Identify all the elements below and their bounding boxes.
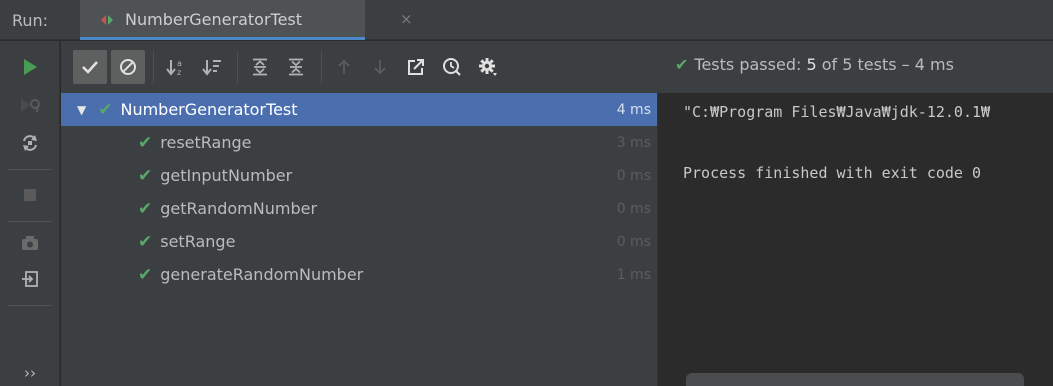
separator	[153, 51, 154, 83]
passed-check-icon: ✔	[138, 231, 153, 252]
sort-duration-icon	[202, 60, 221, 76]
toggle-auto-test-button[interactable]	[0, 127, 60, 159]
camera-icon	[22, 236, 38, 250]
history-clock-icon	[443, 58, 461, 76]
horizontal-scrollbar[interactable]	[686, 373, 1024, 386]
passed-check-icon: ✔	[138, 264, 153, 285]
ignored-icon	[120, 59, 136, 75]
separator	[8, 221, 52, 222]
export-icon	[408, 59, 424, 75]
sort-by-duration-button[interactable]	[195, 50, 229, 84]
separator	[237, 51, 238, 83]
test-history-button[interactable]	[435, 50, 469, 84]
test-duration: 1 ms	[616, 266, 651, 283]
stop-button[interactable]	[0, 179, 60, 211]
tab-title: NumberGeneratorTest	[125, 10, 303, 29]
more-actions-button[interactable]: ››	[0, 357, 60, 386]
import-icon	[22, 271, 38, 287]
passed-check-icon: ✔	[138, 165, 153, 186]
status-prefix: Tests passed:	[694, 55, 807, 74]
test-duration: 0 ms	[616, 233, 651, 250]
play-icon	[24, 59, 37, 75]
tree-item-generate-random-number[interactable]: ✔ generateRandomNumber 1 ms	[61, 258, 657, 291]
run-tool-window-header: Run: NumberGeneratorTest ×	[0, 0, 1053, 40]
show-passed-button[interactable]	[73, 50, 107, 84]
tab-number-generator-test[interactable]: NumberGeneratorTest ×	[80, 0, 413, 40]
left-toolbar: ››	[0, 41, 60, 386]
run-label: Run:	[12, 11, 49, 30]
check-icon: ✔	[675, 55, 689, 74]
previous-failed-button[interactable]	[327, 50, 361, 84]
passed-check-icon: ✔	[138, 198, 153, 219]
passed-check-icon: ✔	[98, 99, 113, 120]
test-runner-toolbar: a z ✔ Tests passed: 5 of 5 tests – 4 ms	[61, 41, 1053, 93]
dump-threads-button[interactable]	[0, 227, 60, 259]
show-ignored-button[interactable]	[111, 50, 145, 84]
console-line-command: "C:₩Program Files₩Java₩jdk-12.0.1₩	[683, 103, 991, 121]
separator	[8, 305, 52, 306]
auto-test-icon	[23, 135, 37, 151]
test-name: setRange	[160, 232, 236, 251]
separator	[8, 169, 52, 170]
test-name: getInputNumber	[160, 166, 293, 185]
test-duration: 3 ms	[616, 134, 651, 151]
arrow-down-icon	[374, 60, 386, 75]
collapse-all-icon	[289, 58, 303, 76]
test-duration: 0 ms	[616, 167, 651, 184]
tests-status: ✔ Tests passed: 5 of 5 tests – 4 ms	[675, 55, 954, 74]
test-name: NumberGeneratorTest	[120, 100, 298, 119]
test-name: generateRandomNumber	[160, 265, 364, 284]
tree-item-set-range[interactable]: ✔ setRange 0 ms	[61, 225, 657, 258]
console-output[interactable]: "C:₩Program Files₩Java₩jdk-12.0.1₩ Proce…	[657, 93, 1053, 386]
tree-item-reset-range[interactable]: ✔ resetRange 3 ms	[61, 126, 657, 159]
expand-all-button[interactable]	[243, 50, 277, 84]
rerun-failed-button[interactable]	[0, 89, 60, 121]
test-duration: 4 ms	[616, 101, 651, 118]
test-name: getRandomNumber	[160, 199, 318, 218]
separator	[321, 51, 322, 83]
test-tree: ▼ ✔ NumberGeneratorTest 4 ms ✔ resetRang…	[61, 93, 657, 386]
tree-item-get-random-number[interactable]: ✔ getRandomNumber 0 ms	[61, 192, 657, 225]
expand-arrow-icon[interactable]: ▼	[77, 103, 86, 117]
passed-check-icon: ✔	[138, 132, 153, 153]
stop-icon	[24, 189, 36, 201]
sort-alpha-icon: a z	[166, 59, 182, 76]
expand-all-icon	[253, 58, 267, 76]
sort-alphabetically-button[interactable]: a z	[159, 50, 193, 84]
status-passed-count: 5	[806, 55, 817, 74]
status-total: of 5 tests – 4 ms	[816, 55, 954, 74]
close-icon[interactable]: ×	[400, 10, 413, 28]
import-button[interactable]	[0, 263, 60, 295]
arrow-up-icon	[338, 59, 350, 74]
gear-icon	[479, 58, 497, 76]
rerun-failed-icon	[21, 98, 40, 113]
tree-item-get-input-number[interactable]: ✔ getInputNumber 0 ms	[61, 159, 657, 192]
next-failed-button[interactable]	[363, 50, 397, 84]
svg-text:z: z	[177, 68, 181, 76]
settings-button[interactable]	[471, 50, 505, 84]
rerun-button[interactable]	[0, 51, 60, 83]
export-results-button[interactable]	[399, 50, 433, 84]
collapse-all-button[interactable]	[279, 50, 313, 84]
tree-root-number-generator-test[interactable]: ▼ ✔ NumberGeneratorTest 4 ms	[61, 93, 657, 126]
test-duration: 0 ms	[616, 200, 651, 217]
svg-text:a: a	[177, 59, 182, 68]
test-name: resetRange	[160, 133, 252, 152]
test-class-icon	[101, 15, 113, 25]
console-line-exit-code: Process finished with exit code 0	[683, 164, 982, 182]
check-icon	[82, 61, 98, 74]
